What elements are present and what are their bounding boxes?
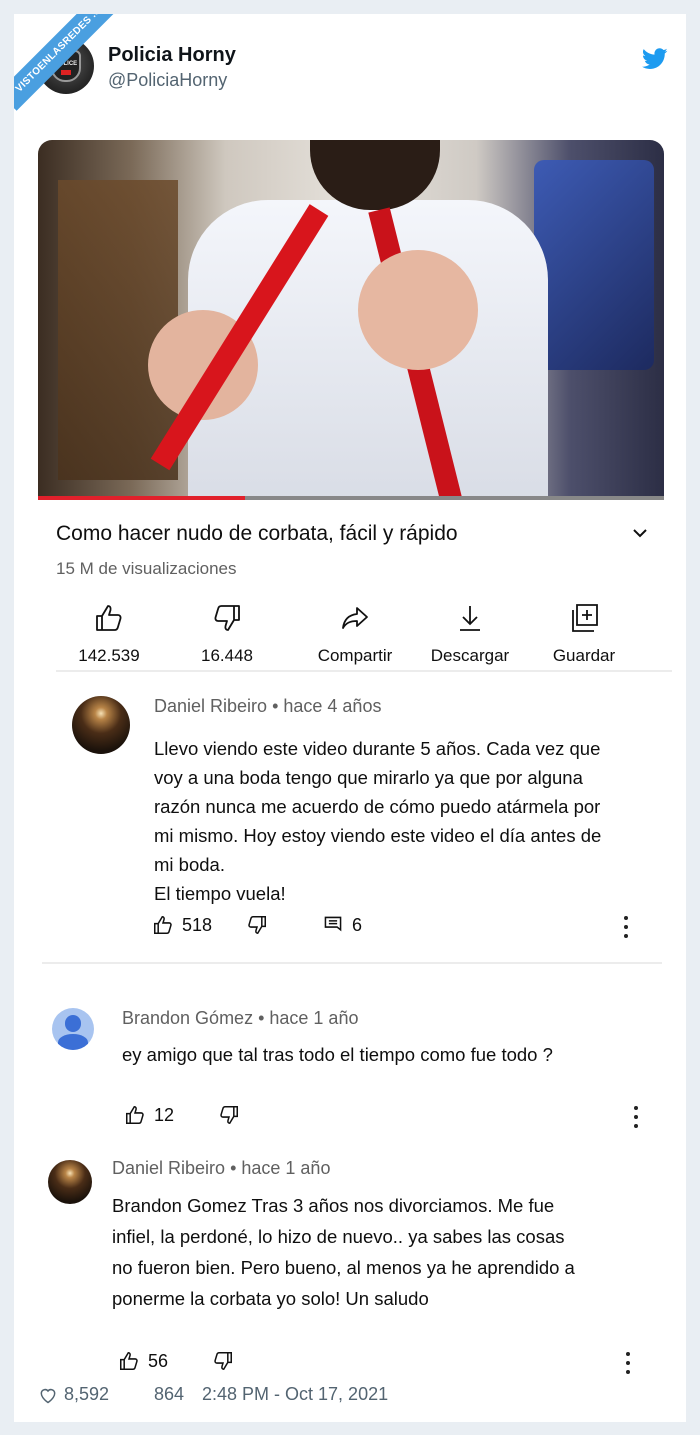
share-label: Compartir: [317, 646, 393, 665]
comment-author[interactable]: Brandon Gómez: [122, 1008, 253, 1028]
comment-meta: Daniel Ribeiro • hace 4 años: [154, 696, 382, 716]
comment-dislike-button[interactable]: [212, 1350, 234, 1372]
comment-text: Brandon Gomez Tras 3 años nos divorciamo…: [112, 1195, 575, 1309]
thumbs-down-icon: [220, 1105, 239, 1125]
comment-author[interactable]: Daniel Ribeiro: [154, 696, 267, 716]
comment: Daniel Ribeiro • hace 1 año Brandon Gome…: [14, 1154, 686, 1374]
comment: Daniel Ribeiro • hace 4 años Llevo viend…: [14, 690, 686, 960]
more-options-icon[interactable]: [633, 1106, 639, 1128]
video-progress-fill: [38, 496, 245, 500]
save-playlist-icon: [572, 604, 598, 632]
comment-dislike-button[interactable]: [246, 914, 268, 936]
dislike-count: 16.448: [201, 646, 253, 665]
default-avatar-icon: [64, 1014, 82, 1032]
divider: [56, 670, 672, 672]
commenter-avatar[interactable]: [52, 1008, 94, 1050]
watermark-text: VISTOENLASREDES .com: [14, 14, 124, 111]
author-handle[interactable]: @PoliciaHorny: [108, 70, 227, 91]
save-label: Guardar: [552, 646, 616, 665]
comment-age: hace 1 año: [269, 1008, 359, 1028]
tweet-card: VISTOENLASREDES .com POLICE Policia Horn…: [14, 14, 686, 1422]
comment-like-count: 12: [154, 1104, 175, 1125]
video-title: Como hacer nudo de corbata, fácil y rápi…: [56, 522, 458, 545]
chevron-down-icon[interactable]: [631, 524, 649, 542]
replies-icon: [324, 916, 342, 932]
comment-text: Llevo viendo este video durante 5 años. …: [154, 738, 602, 904]
comment-replies-button[interactable]: 6: [322, 914, 362, 936]
thumbs-up-icon: [119, 1351, 138, 1371]
tweet-timestamp-item[interactable]: 2:48 PM - Oct 17, 2021: [202, 1384, 388, 1405]
comment-like-count: 56: [148, 1350, 169, 1371]
download-icon: [460, 606, 480, 631]
dislike-button[interactable]: 16.448: [172, 602, 282, 666]
comment-like-count: 518: [182, 914, 213, 935]
commenter-avatar[interactable]: [48, 1160, 92, 1204]
save-button[interactable]: Guardar: [529, 602, 639, 666]
tweet-timestamp: 2:48 PM - Oct 17, 2021: [202, 1384, 389, 1404]
thumbs-down-icon: [214, 605, 240, 631]
like-button[interactable]: 142.539: [54, 602, 164, 666]
video-scene-mural: [534, 160, 654, 370]
comment-meta: Brandon Gómez • hace 1 año: [122, 1008, 359, 1028]
comment-age: hace 4 años: [283, 696, 382, 716]
tweet-footer: 8,592 864 2:48 PM - Oct 17, 2021: [38, 1384, 668, 1410]
watermark-ribbon: VISTOENLASREDES .com: [14, 14, 124, 124]
comment: Brandon Gómez • hace 1 año ey amigo que …: [14, 1002, 686, 1128]
share-button[interactable]: Compartir: [300, 602, 410, 666]
video-player[interactable]: [38, 140, 664, 500]
thumbs-down-icon: [214, 1351, 233, 1371]
download-label: Descargar: [430, 646, 510, 665]
video-actions: 142.539 16.448 Compartir Descargar Guard…: [54, 602, 654, 672]
comment-like-button[interactable]: 56: [118, 1350, 168, 1372]
thumbs-down-icon: [248, 915, 267, 935]
comment-like-button[interactable]: 12: [124, 1104, 174, 1126]
more-options-icon[interactable]: [623, 916, 629, 938]
share-icon: [342, 607, 368, 629]
download-button[interactable]: Descargar: [415, 602, 525, 666]
comment-reply-count: 6: [352, 914, 363, 935]
tweet-retweet-count: 864: [154, 1384, 185, 1404]
author-name[interactable]: Policia Horny: [108, 44, 236, 67]
heart-icon: [40, 1388, 56, 1403]
thumbs-up-icon: [125, 1105, 144, 1125]
video-scene-hand-right: [358, 250, 478, 370]
tweet-like-count: 8,592: [64, 1384, 110, 1404]
thumbs-up-icon: [96, 605, 122, 631]
like-count: 142.539: [78, 646, 140, 665]
comment-author[interactable]: Daniel Ribeiro: [112, 1158, 225, 1178]
comment-meta: Daniel Ribeiro • hace 1 año: [112, 1158, 331, 1178]
like-tweet-button[interactable]: 8,592: [38, 1384, 109, 1405]
twitter-bird-icon[interactable]: [642, 48, 668, 70]
comment-actions: 12: [124, 1104, 524, 1134]
more-options-icon[interactable]: [625, 1352, 631, 1374]
comment-dislike-button[interactable]: [218, 1104, 240, 1126]
commenter-avatar[interactable]: [72, 696, 130, 754]
comment-text: ey amigo que tal tras todo el tiempo com…: [122, 1044, 553, 1065]
comment-like-button[interactable]: 518: [152, 914, 212, 936]
comment-actions: 56: [118, 1350, 518, 1380]
thumbs-up-icon: [153, 915, 172, 935]
tweet-header: POLICE Policia Horny @PoliciaHorny: [38, 38, 668, 94]
retweet-count-item[interactable]: 864: [154, 1384, 184, 1405]
comment-age: hace 1 año: [241, 1158, 331, 1178]
video-progress-bar[interactable]: [38, 496, 664, 500]
comment-actions: 518 6: [152, 914, 652, 944]
divider: [42, 962, 662, 964]
video-views: 15 M de visualizaciones: [56, 559, 237, 578]
